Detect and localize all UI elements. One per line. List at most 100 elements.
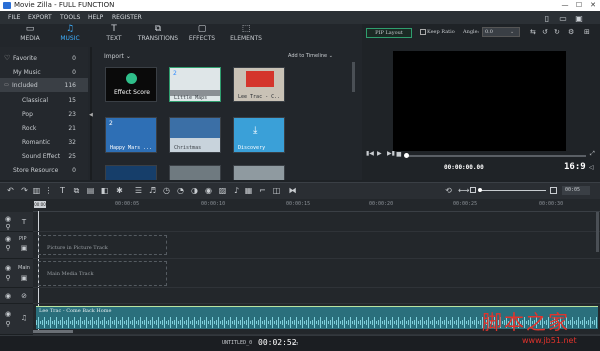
zoom-slider[interactable] [480,190,546,191]
main-track[interactable]: Main Media Track [33,259,600,288]
pip-track[interactable]: Picture in Picture Track [33,232,600,259]
media-thumb-lee-trac[interactable]: Lee Trac - C.. [233,67,285,102]
undo-icon[interactable]: ↶ [6,186,15,195]
menu-export[interactable]: EXPORT [28,14,52,21]
stretch-icon[interactable]: ⟷ [458,186,469,195]
video-preview-screen[interactable] [393,51,566,151]
timeline-ruler[interactable]: 00:00 00:00:05 00:00:10 00:00:15 00:00:2… [33,199,600,212]
import-dropdown[interactable]: Import ⌄ [104,53,131,60]
menu-tools[interactable]: TOOLS [60,14,80,21]
media-thumb-row3-2[interactable] [169,165,221,180]
library-scrollbar[interactable] [352,62,355,92]
media-thumb-row3-3[interactable] [233,165,285,180]
eye-icon[interactable]: ◉ [4,292,12,300]
open-folder-icon[interactable]: ▭ [558,14,568,23]
add-to-timeline-dropdown[interactable]: Add to Timeline ⌄ [288,53,333,59]
sidebar-item-romantic[interactable]: Romantic 32 [0,135,88,149]
media-thumb-discovery[interactable]: ⤓ Discovery [233,117,285,153]
clip-icon[interactable]: ▭ [292,339,299,347]
menu-register[interactable]: REGISTER [112,14,142,21]
prev-frame-icon[interactable]: ▮◀ [366,150,374,157]
keyframe-icon[interactable]: ⧓ [288,186,297,195]
main-placeholder[interactable]: Main Media Track [38,261,167,286]
fullscreen-icon[interactable]: ⤢ [590,150,595,158]
audio-icon[interactable]: ♬ [148,186,157,195]
save-icon[interactable]: ▣ [574,14,584,23]
eye-icon[interactable]: ◉ [4,215,12,223]
duplicate-icon[interactable]: ▤ [86,186,95,195]
split-icon[interactable]: ⋮ [44,186,53,195]
media-thumb-effect-score[interactable]: Effect Score [105,67,157,102]
playback-slider-handle[interactable] [404,153,409,158]
timer-icon[interactable]: ◔ [176,186,185,195]
flip-horizontal-icon[interactable]: ⇆ [530,28,536,36]
sidebar-item-classical[interactable]: Classical 15 [0,93,88,107]
zoom-slider-handle[interactable] [478,188,482,192]
chevron-down-icon[interactable]: ⌄ [510,29,514,35]
rotate-right-icon[interactable]: ↻ [554,28,560,36]
playback-slider[interactable] [406,155,586,157]
overlay-track[interactable] [33,288,600,304]
media-thumb-little-maps[interactable]: 2 Little Maps [169,67,221,102]
mute-icon[interactable]: ◉ [4,310,12,318]
redo-icon[interactable]: ↷ [20,186,29,195]
lock-icon[interactable]: ⚲ [4,223,12,231]
aspect-ratio-display[interactable]: 16:9 [564,162,586,172]
zoom-in-icon[interactable] [550,187,557,194]
voiceover-icon[interactable]: ♪ [232,186,241,195]
sidebar-item-rock[interactable]: Rock 21 [0,121,88,135]
color-icon[interactable]: ◑ [190,186,199,195]
image-icon[interactable]: ▨ [218,186,227,195]
tab-elements[interactable]: ⬚ ELEMENTS [216,24,276,46]
media-thumb-row3-1[interactable] [105,165,157,180]
crop-tool-icon[interactable]: ⌐ [258,186,267,195]
next-frame-icon[interactable]: ▶▮ [387,150,395,157]
fit-icon[interactable]: ⟲ [444,186,453,195]
media-thumb-christmas[interactable]: Christmas [169,117,221,153]
timeline-horizontal-scrollbar[interactable] [33,330,73,333]
sidebar-item-store-resource[interactable]: Store Resource 0 [0,163,88,177]
stop-icon[interactable]: ■ [396,151,402,158]
playhead-label[interactable]: 00:00 [34,201,46,208]
collapse-arrow-icon[interactable]: ◀ [89,112,93,118]
pan-zoom-icon[interactable]: ◫ [272,186,281,195]
sidebar-item-included[interactable]: ▭ Included 116 [0,78,88,92]
freeze-icon[interactable]: ✱ [115,186,124,195]
pip-layout-button[interactable]: PIP Layout [366,28,412,38]
copy-icon[interactable]: ⧉ [72,186,81,195]
sidebar-item-sound-effect[interactable]: Sound Effect 25 [0,149,88,163]
maximize-icon[interactable]: ☐ [572,0,586,11]
adjust-icon[interactable]: ⚙ [568,28,574,36]
menu-help[interactable]: HELP [88,14,103,21]
eye-icon[interactable]: ◉ [4,235,12,243]
media-thumb-happy-mars[interactable]: 2 Happy Mars ... [105,117,157,153]
list-icon[interactable]: ☰ [134,186,143,195]
eye-icon[interactable]: ◉ [4,264,12,272]
zoom-level-select[interactable]: 00:05 [562,186,590,195]
close-icon[interactable]: ✕ [586,0,600,11]
text-tool-icon[interactable]: T [58,186,67,195]
lock-icon[interactable]: ⚲ [4,244,12,252]
mosaic-icon[interactable]: ▦ [244,186,253,195]
layers-icon[interactable]: ◧ [100,186,109,195]
text-track[interactable] [33,212,600,232]
sidebar-item-my-music[interactable]: My Music 0 [0,65,88,79]
zoom-out-icon[interactable] [470,187,476,193]
sidebar-item-pop[interactable]: Pop 23 [0,107,88,121]
keep-ratio-checkbox[interactable] [420,29,426,35]
play-icon[interactable]: ▶ [377,150,382,157]
volume-icon[interactable]: ◁ [589,164,594,171]
new-file-icon[interactable]: ▯ [542,14,552,23]
pip-placeholder[interactable]: Picture in Picture Track [38,235,167,255]
crop-icon[interactable]: ⊞ [584,28,590,36]
speed-icon[interactable]: ◷ [162,186,171,195]
sidebar-item-favorite[interactable]: ♡ Favorite 0 [0,51,88,65]
minimize-icon[interactable]: — [558,0,572,11]
angle-input[interactable]: 0.0 [482,27,520,37]
mask-icon[interactable]: ◉ [204,186,213,195]
menu-file[interactable]: FILE [8,14,20,21]
delete-icon[interactable]: ▥ [32,186,41,195]
lock-icon[interactable]: ⚲ [4,320,12,328]
lock-icon[interactable]: ⚲ [4,274,12,282]
timeline-vertical-scrollbar[interactable] [596,212,599,252]
